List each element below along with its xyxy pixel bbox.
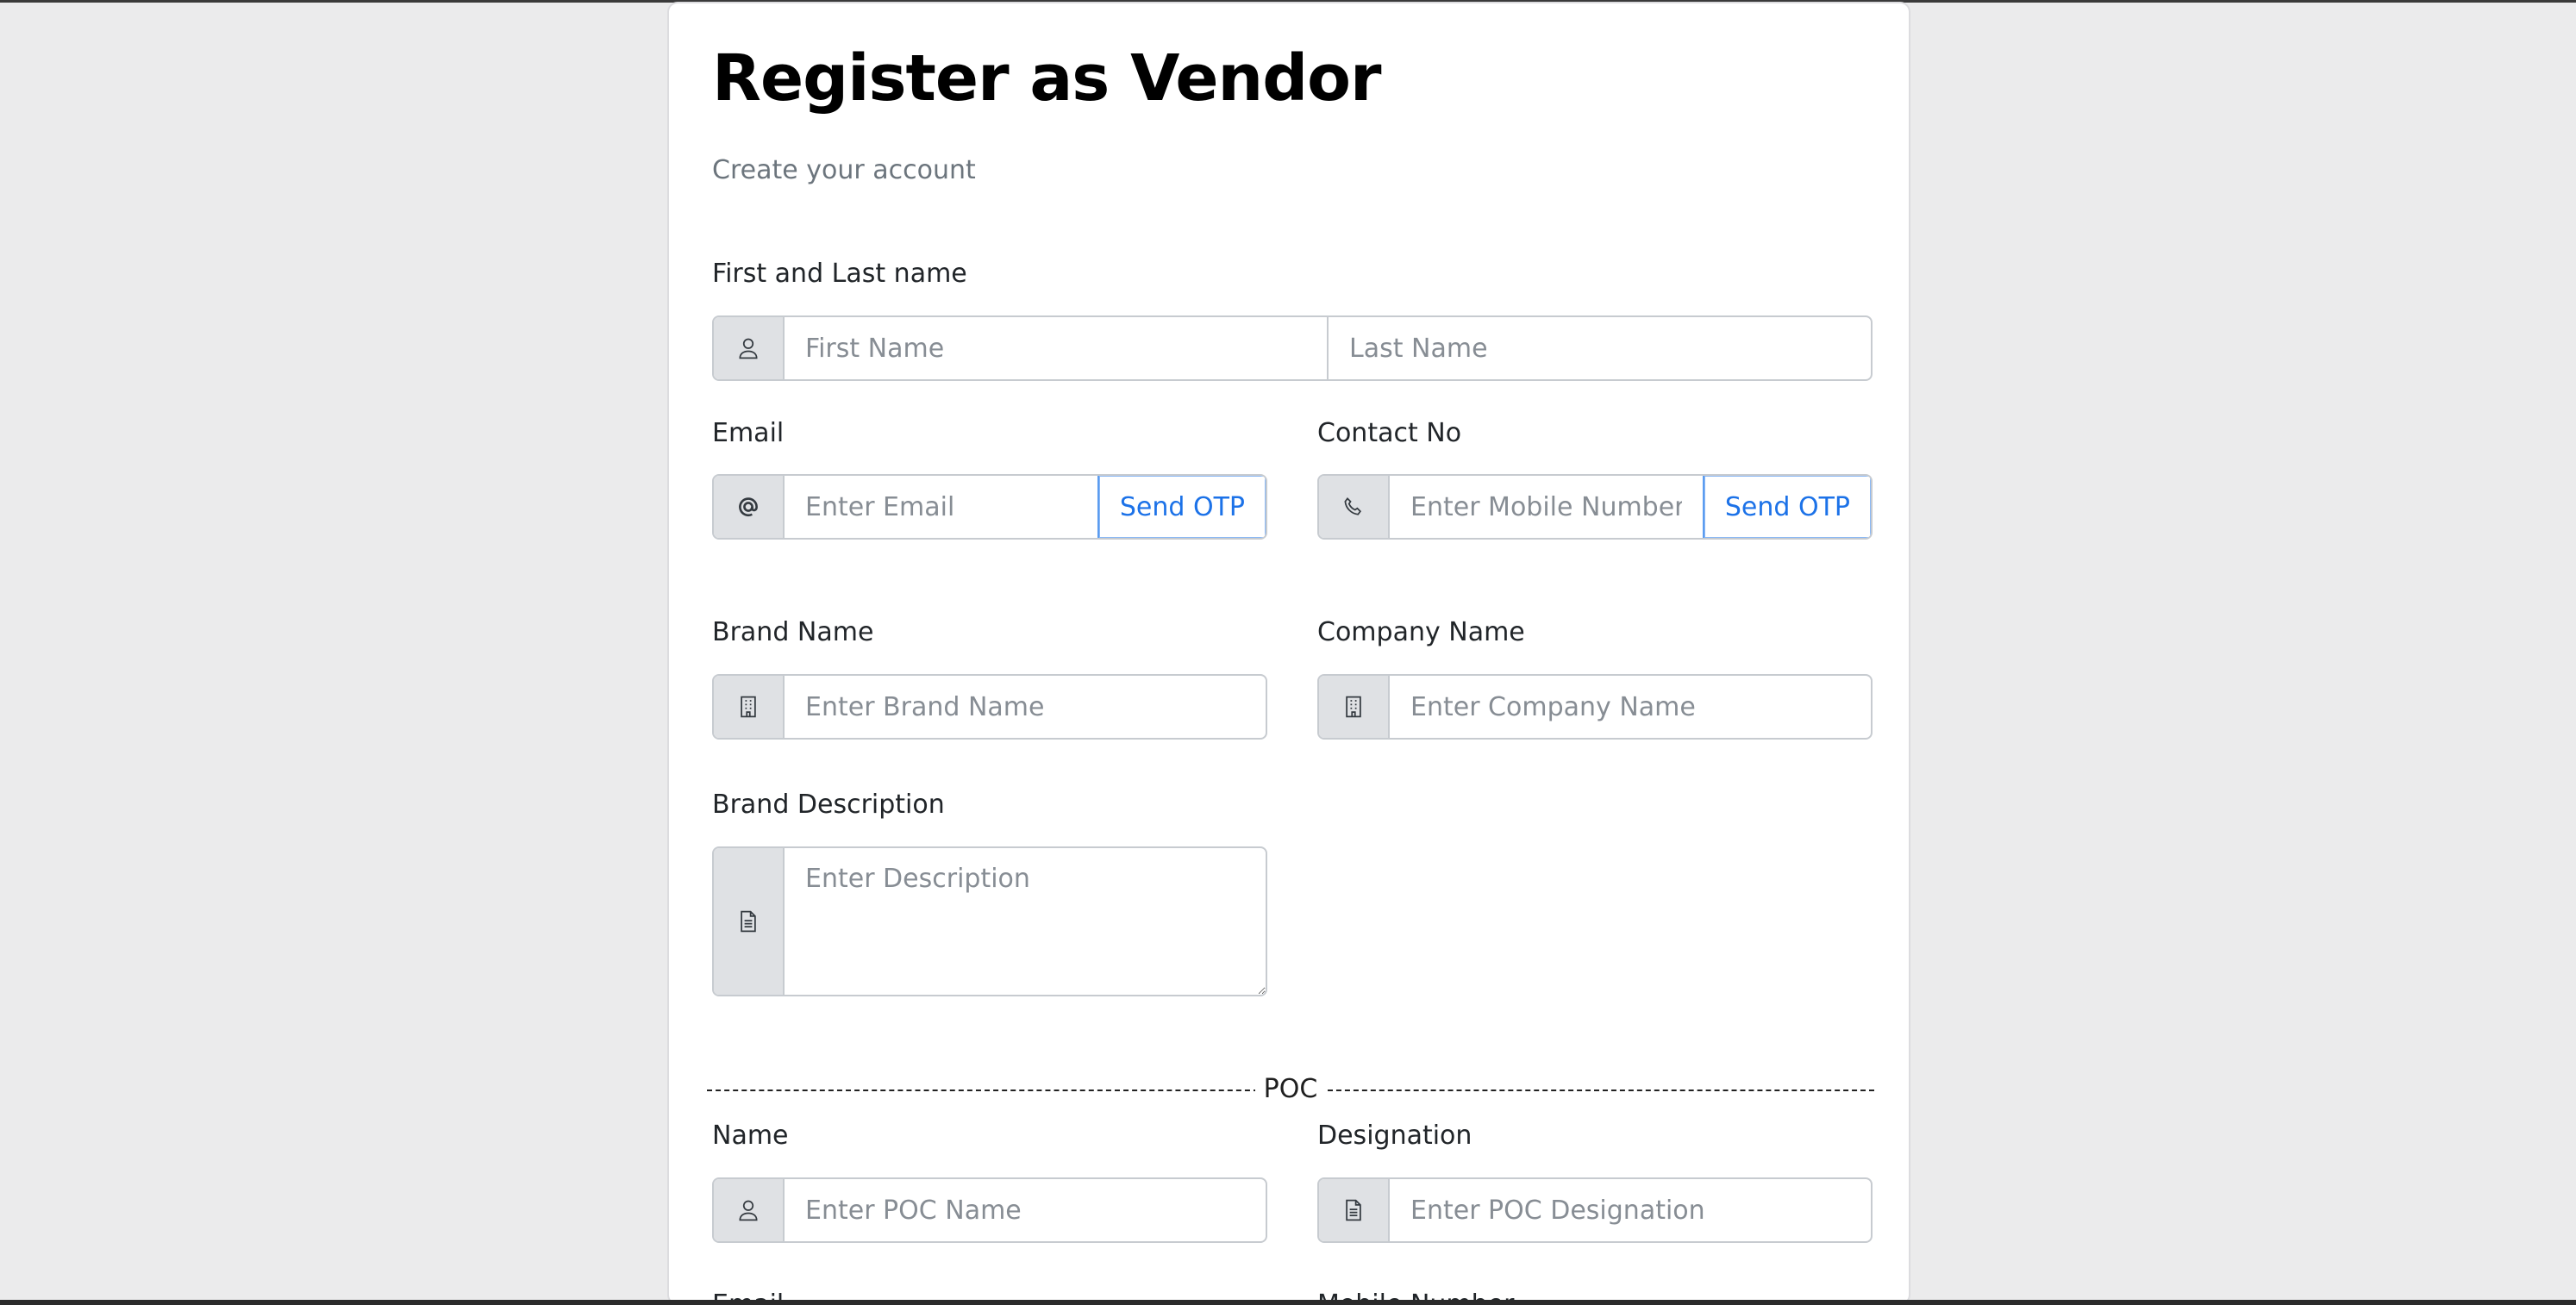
building-icon [714, 676, 785, 738]
company-name-input-group [1317, 674, 1873, 740]
email-label: Email [712, 418, 785, 448]
contact-label: Contact No [1317, 418, 1462, 448]
page-subtitle: Create your account [712, 155, 976, 185]
company-name-input[interactable] [1390, 676, 1871, 738]
last-name-input[interactable] [1327, 317, 1871, 379]
poc-name-input-group [712, 1177, 1267, 1243]
building-icon [1319, 676, 1390, 738]
poc-designation-input[interactable] [1390, 1179, 1871, 1241]
brand-name-input[interactable] [785, 676, 1266, 738]
poc-section-label: POC [1254, 1074, 1327, 1104]
brand-description-textarea[interactable] [785, 848, 1266, 995]
at-icon [714, 476, 785, 538]
poc-divider: POC [707, 1072, 1874, 1107]
mobile-input[interactable] [1390, 476, 1703, 538]
name-input-group [712, 315, 1873, 381]
brand-description-label: Brand Description [712, 790, 945, 820]
email-input[interactable] [785, 476, 1097, 538]
brand-name-label: Brand Name [712, 617, 874, 647]
register-card: Register as Vendor Create your account F… [667, 2, 1910, 1305]
brand-description-input-group [712, 846, 1267, 996]
user-icon [714, 1179, 785, 1241]
poc-name-input[interactable] [785, 1179, 1266, 1241]
first-name-input[interactable] [785, 317, 1327, 379]
poc-designation-input-group [1317, 1177, 1873, 1243]
email-input-group: Send OTP [712, 474, 1267, 540]
page-title: Register as Vendor [712, 41, 1382, 116]
poc-designation-label: Designation [1317, 1121, 1472, 1151]
mobile-send-otp-button[interactable]: Send OTP [1702, 476, 1871, 538]
document-icon [714, 848, 785, 995]
window-bottom-border [0, 1300, 2576, 1305]
phone-icon [1319, 476, 1390, 538]
email-send-otp-button[interactable]: Send OTP [1097, 476, 1266, 538]
poc-name-label: Name [712, 1121, 789, 1151]
company-name-label: Company Name [1317, 617, 1525, 647]
user-icon [714, 317, 785, 379]
name-label: First and Last name [712, 259, 967, 289]
contact-input-group: Send OTP [1317, 474, 1873, 540]
document-icon [1319, 1179, 1390, 1241]
brand-name-input-group [712, 674, 1267, 740]
